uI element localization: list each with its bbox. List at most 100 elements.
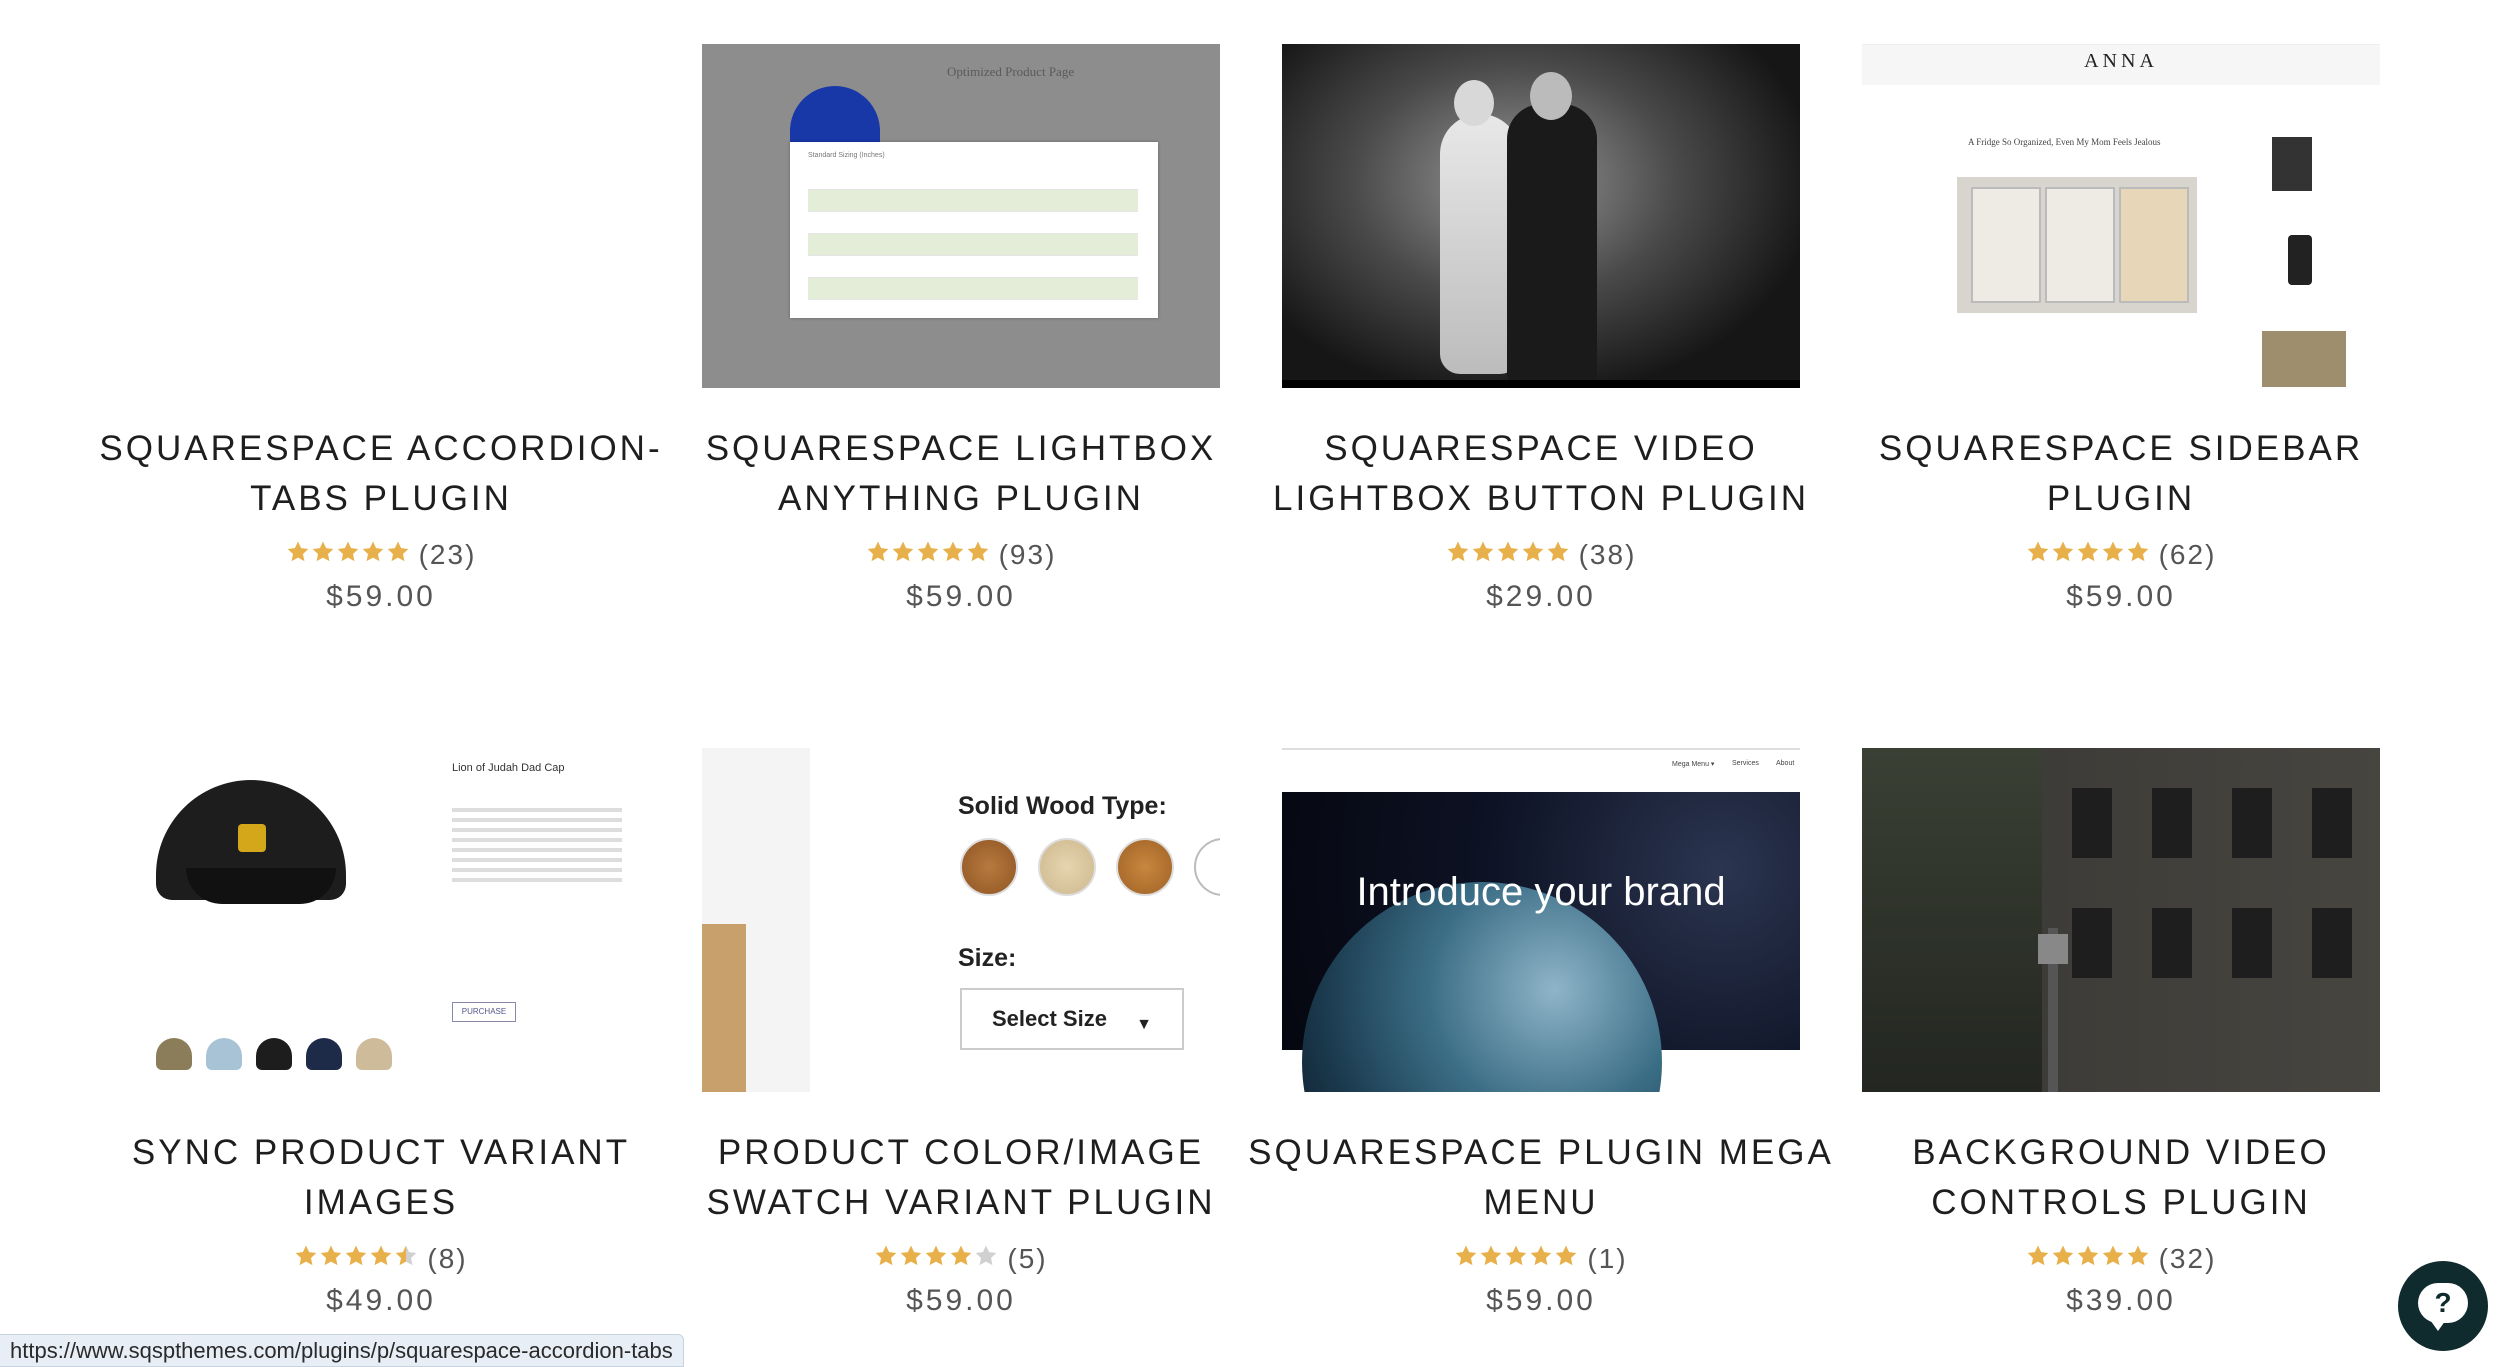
product-price: $59.00 (906, 1284, 1016, 1317)
star-icon (287, 541, 308, 561)
review-count: (93) (998, 538, 1057, 570)
star-icon (901, 1245, 922, 1265)
table-row (808, 190, 1138, 212)
site-logo: ANNA (2084, 50, 2158, 72)
color-swatch (156, 1038, 192, 1070)
star-icon (2027, 541, 2048, 561)
wood-swatch (960, 838, 1018, 896)
star-icon (867, 541, 888, 561)
product-price: $49.00 (326, 1284, 436, 1317)
star-icon (2127, 541, 2148, 561)
color-swatch (356, 1038, 392, 1070)
article-headline: A Fridge So Organized, Even My Mom Feels… (1968, 137, 2161, 147)
building-image (2042, 748, 2380, 1092)
star-icon (967, 541, 988, 561)
window (2232, 788, 2272, 858)
star-icon (1506, 1245, 1527, 1265)
star-icon (1547, 541, 1568, 561)
thumb-purchase-button: PURCHASE (452, 1002, 516, 1022)
product-title[interactable]: Background Video Controls Plugin (1821, 1128, 2421, 1228)
star-icon (892, 541, 913, 561)
star-rating-icon (866, 540, 991, 570)
product-thumbnail[interactable]: Optimized Product Page Standard Sizing (… (702, 44, 1220, 388)
star-icon (2127, 1245, 2148, 1265)
star-rating-icon (1454, 1244, 1579, 1274)
star-icon (2077, 541, 2098, 561)
product-rating: (62) (1862, 536, 2380, 570)
product-title[interactable]: Squarespace Plugin Mega Menu (1241, 1128, 1841, 1228)
star-rating-icon (874, 1244, 999, 1274)
product-thumbnail[interactable]: Lion of Judah Dad Cap PURCHASE (122, 748, 640, 1092)
phone-image (2288, 235, 2312, 285)
size-chart-modal: Standard Sizing (Inches) (790, 142, 1158, 318)
star-icon (337, 541, 358, 561)
product-price: $59.00 (2066, 580, 2176, 613)
window (2072, 908, 2112, 978)
color-swatch (256, 1038, 292, 1070)
product-card[interactable]: Squarespace Video Lightbox Button Plugin… (1273, 44, 1806, 614)
space-background (1282, 792, 1800, 1092)
groom-figure (1507, 104, 1597, 384)
video-progress-bar (1282, 380, 1800, 388)
caret-down-icon: ▼ (1136, 1016, 1152, 1033)
table-row (808, 168, 1138, 190)
star-icon (2102, 541, 2123, 561)
bride-head (1454, 80, 1494, 126)
product-card[interactable]: Background Video Controls Plugin (32) $3… (1862, 748, 2380, 1318)
product-thumbnail[interactable] (122, 44, 640, 388)
review-count: (32) (2158, 1242, 2217, 1274)
street-sign (2038, 934, 2068, 964)
star-icon (917, 541, 938, 561)
star-icon (346, 1245, 367, 1265)
product-title[interactable]: Product Color/Image Swatch Variant Plugi… (661, 1128, 1261, 1228)
product-card[interactable]: Mega Menu ▾ Services About Introduce you… (1248, 748, 1831, 1318)
chat-bubble-tail (2428, 1317, 2448, 1331)
star-icon (2027, 1245, 2048, 1265)
magazine-cover (2272, 137, 2312, 191)
star-rating-icon (1446, 540, 1571, 570)
wood-swatch (1116, 838, 1174, 896)
cap-brim (186, 868, 336, 904)
table-row (808, 256, 1138, 278)
product-thumbnail[interactable]: Mega Menu ▾ Services About Introduce you… (1282, 748, 1800, 1092)
product-card[interactable]: Squarespace Accordion-Tabs Plugin (23) $… (99, 44, 660, 614)
product-card[interactable]: Optimized Product Page Standard Sizing (… (702, 44, 1220, 614)
thumb-nav-item: Mega Menu ▾ (1672, 761, 1715, 768)
star-icon (976, 1245, 997, 1265)
product-thumbnail[interactable] (1282, 44, 1800, 388)
star-icon (942, 541, 963, 561)
star-icon (1447, 541, 1468, 561)
window (2312, 908, 2352, 978)
product-thumbnail[interactable]: ANNA A Fridge So Organized, Even My Mom … (1862, 44, 2380, 388)
review-count: (8) (427, 1242, 468, 1274)
product-thumbnail[interactable]: Solid Wood Type: Size: Select Size ▼ (702, 748, 1220, 1092)
star-icon (296, 1245, 317, 1265)
bottles (2119, 187, 2189, 303)
help-chat-button[interactable]: ? (2398, 1261, 2488, 1351)
star-icon (1481, 1245, 1502, 1265)
product-title[interactable]: Squarespace Accordion-Tabs Plugin (81, 424, 681, 524)
product-title[interactable]: Sync Product Variant Images (81, 1128, 681, 1228)
product-card[interactable]: ANNA A Fridge So Organized, Even My Mom … (1862, 44, 2380, 614)
product-card[interactable]: Solid Wood Type: Size: Select Size ▼ Pro… (702, 748, 1220, 1318)
table-row (808, 234, 1138, 256)
review-count: (38) (1578, 538, 1637, 570)
review-count: (23) (418, 538, 477, 570)
star-icon (2052, 1245, 2073, 1265)
product-thumbnail[interactable] (1862, 748, 2380, 1092)
product-title[interactable]: Squarespace Lightbox Anything Plugin (661, 424, 1261, 524)
product-price: $59.00 (1486, 1284, 1596, 1317)
trees-image (1862, 748, 2042, 1092)
food-photo (2262, 331, 2346, 387)
star-icon (876, 1245, 897, 1265)
window (2152, 908, 2192, 978)
thumb-product-name: Lion of Judah Dad Cap (452, 762, 565, 774)
product-title[interactable]: Squarespace Video Lightbox Button Plugin (1241, 424, 1841, 524)
product-card[interactable]: Lion of Judah Dad Cap PURCHASE Sync Prod… (122, 748, 640, 1318)
star-icon (396, 1245, 417, 1265)
select-value: Select Size (992, 1006, 1107, 1031)
star-rating-icon (2026, 540, 2151, 570)
product-title[interactable]: Squarespace Sidebar Plugin (1821, 424, 2421, 524)
fridge-shelf (1971, 187, 2041, 303)
product-rating: (93) (702, 536, 1220, 570)
